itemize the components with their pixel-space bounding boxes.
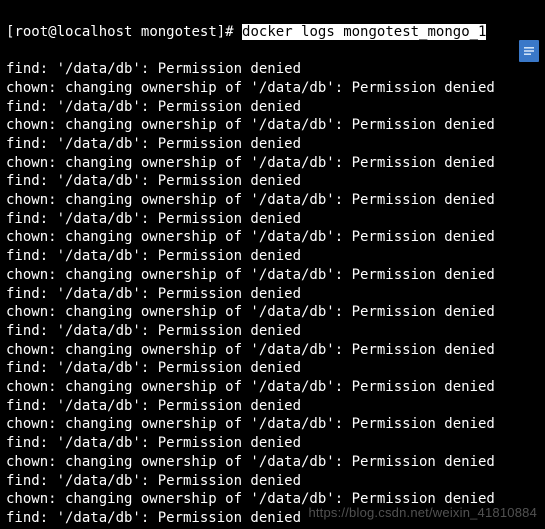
prompt-close: ]# (217, 24, 234, 40)
log-line-find: find: '/data/db': Permission denied (6, 472, 539, 491)
prompt-line: [root@localhost mongotest]# docker logs … (6, 23, 539, 42)
log-line-find: find: '/data/db': Permission denied (6, 509, 539, 528)
selection-marker-icon (519, 40, 539, 62)
log-line-chown: chown: changing ownership of '/data/db':… (6, 303, 539, 322)
log-line-find: find: '/data/db': Permission denied (6, 285, 539, 304)
log-line-chown: chown: changing ownership of '/data/db':… (6, 490, 539, 509)
terminal-output: [root@localhost mongotest]# docker logs … (0, 0, 545, 529)
log-line-chown: chown: changing ownership of '/data/db':… (6, 116, 539, 135)
log-line-find: find: '/data/db': Permission denied (6, 359, 539, 378)
log-line-find: find: '/data/db': Permission denied (6, 98, 539, 117)
log-line-find: find: '/data/db': Permission denied (6, 247, 539, 266)
log-line-find: find: '/data/db': Permission denied (6, 434, 539, 453)
log-line-chown: chown: changing ownership of '/data/db':… (6, 154, 539, 173)
log-line-chown: chown: changing ownership of '/data/db':… (6, 378, 539, 397)
log-line-chown: chown: changing ownership of '/data/db':… (6, 79, 539, 98)
log-line-chown: chown: changing ownership of '/data/db':… (6, 191, 539, 210)
prompt-user: root@localhost (14, 24, 132, 40)
log-line-find: find: '/data/db': Permission denied (6, 60, 539, 79)
log-line-find: find: '/data/db': Permission denied (6, 135, 539, 154)
log-line-chown: chown: changing ownership of '/data/db':… (6, 266, 539, 285)
log-line-find: find: '/data/db': Permission denied (6, 210, 539, 229)
log-lines-container: find: '/data/db': Permission deniedchown… (6, 60, 539, 529)
log-line-chown: chown: changing ownership of '/data/db':… (6, 453, 539, 472)
log-line-chown: chown: changing ownership of '/data/db':… (6, 341, 539, 360)
command-text[interactable]: docker logs mongotest_mongo_1 (242, 24, 486, 40)
log-line-chown: chown: changing ownership of '/data/db':… (6, 415, 539, 434)
prompt-path: mongotest (141, 24, 217, 40)
log-line-chown: chown: changing ownership of '/data/db':… (6, 228, 539, 247)
log-line-find: find: '/data/db': Permission denied (6, 397, 539, 416)
log-line-find: find: '/data/db': Permission denied (6, 322, 539, 341)
log-line-find: find: '/data/db': Permission denied (6, 172, 539, 191)
